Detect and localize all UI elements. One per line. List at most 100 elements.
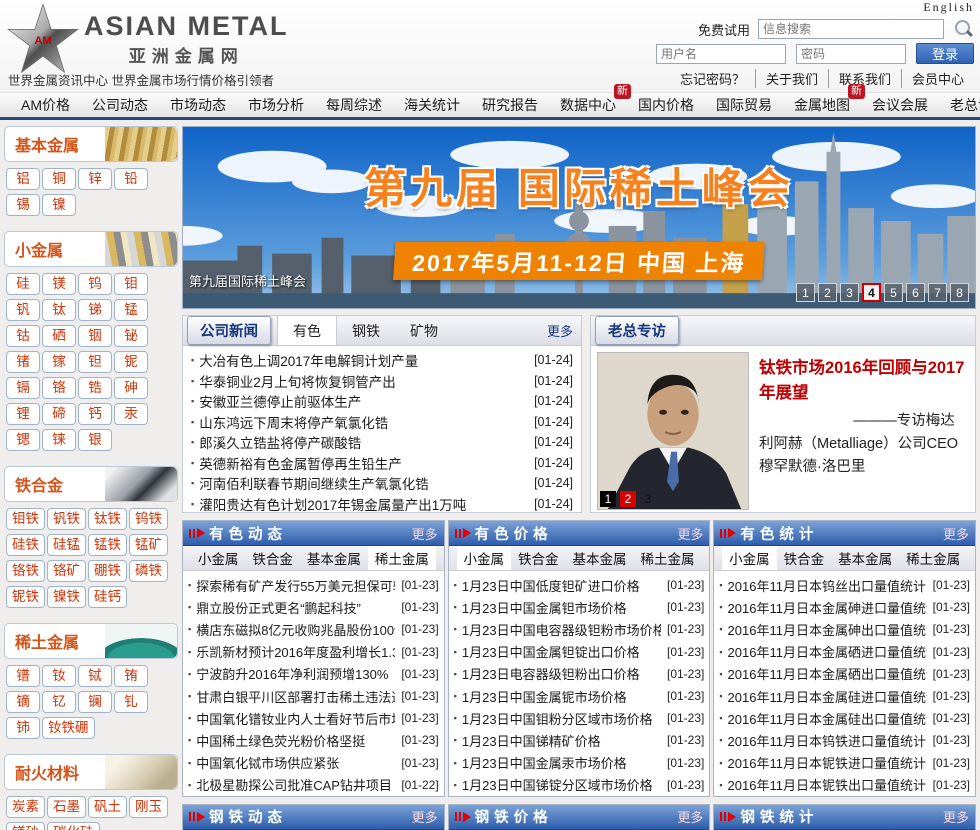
account-link[interactable]: 忘记密码？ (670, 69, 755, 88)
metal-chip[interactable]: 镨 (6, 665, 40, 687)
metal-chip[interactable]: 钆 (114, 691, 148, 713)
metal-chip[interactable]: 钙 (78, 403, 112, 425)
news-item[interactable]: ▪ 1月23日中国金属钽锭出口价格 [01-23] (454, 641, 705, 663)
banner-page-button[interactable]: 1 (796, 283, 815, 302)
news-item[interactable]: ▪ 2016年11月日本金属硅出口量值统计 [01-23] (719, 707, 970, 729)
news-item[interactable]: ▪ 大冶有色上调2017年电解铜计划产量 [01-24] (191, 350, 573, 371)
metal-chip[interactable]: 锌 (78, 168, 112, 190)
column-subtab[interactable]: 基本金属 (831, 546, 899, 570)
news-item[interactable]: ▪ 横店东磁拟8亿元收购兆晶股份100%股 [01-23] (188, 618, 439, 640)
metal-chip[interactable]: 铽 (78, 665, 112, 687)
news-item[interactable]: ▪ 1月23日中国钼粉分区域市场价格 [01-23] (454, 707, 705, 729)
password-field[interactable] (796, 43, 906, 64)
news-item[interactable]: ▪ 中国稀土绿色荧光粉价格坚挺 [01-23] (188, 729, 439, 751)
sidebar-section-header[interactable]: 耐火材料 (4, 754, 178, 790)
metal-chip[interactable]: 铌 (114, 351, 148, 373)
news-category-tab[interactable]: 钢铁 (337, 316, 395, 345)
interview-tab[interactable]: 老总专访 (595, 316, 679, 345)
site-logo[interactable]: AM ASIAN METAL 亚洲金属网 (6, 2, 289, 76)
login-button[interactable]: 登录 (916, 43, 974, 64)
metal-chip[interactable]: 镧 (78, 691, 112, 713)
metal-chip[interactable]: 锰 (114, 299, 148, 321)
metal-chip[interactable]: 碳化硅 (47, 822, 100, 830)
banner-page-button[interactable]: 2 (818, 283, 837, 302)
sidebar-section-header[interactable]: 稀土金属 (4, 623, 178, 659)
news-item[interactable]: ▪ 1月23日电容器级钽粉出口价格 [01-23] (454, 663, 705, 685)
news-item[interactable]: ▪ 2016年11月日本铌铁进口量值统计 [01-23] (719, 752, 970, 774)
metal-chip[interactable]: 镁 (42, 273, 76, 295)
news-item[interactable]: ▪ 中国氧化铽市场供应紧张 [01-23] (188, 752, 439, 774)
metal-chip[interactable]: 镓 (42, 351, 76, 373)
column-more-link[interactable]: 更多 (943, 807, 969, 826)
column-more-link[interactable]: 更多 (677, 807, 703, 826)
news-item[interactable]: ▪ 宁波韵升2016年净利润预增130% [01-23] (188, 663, 439, 685)
news-item[interactable]: ▪ 1月23日中国金属铌市场价格 [01-23] (454, 685, 705, 707)
column-subtab[interactable]: 稀土金属 (899, 546, 967, 570)
news-item[interactable]: ▪ 北极星勘探公司批准CAP钻井项目 [01-22] (188, 774, 439, 796)
column-more-link[interactable]: 更多 (943, 524, 969, 543)
column-subtab[interactable]: 小金属 (191, 546, 246, 570)
metal-chip[interactable]: 铋 (114, 325, 148, 347)
metal-chip[interactable]: 钼 (114, 273, 148, 295)
metal-chip[interactable]: 铟 (78, 325, 112, 347)
news-item[interactable]: ▪ 1月23日中国低度钽矿进口价格 [01-23] (454, 574, 705, 596)
metal-chip[interactable]: 锂 (6, 403, 40, 425)
metal-chip[interactable]: 钕 (42, 665, 76, 687)
banner-page-button[interactable]: 3 (840, 283, 859, 302)
metal-chip[interactable]: 铬铁 (6, 560, 45, 582)
search-input[interactable] (758, 19, 944, 39)
news-item[interactable]: ▪ 2016年11月日本金属硅进口量值统计 [01-23] (719, 685, 970, 707)
sidebar-section-header[interactable]: 基本金属 (4, 126, 178, 162)
column-subtab[interactable]: 小金属 (722, 546, 777, 570)
metal-chip[interactable]: 炭素 (6, 796, 45, 818)
news-item[interactable]: ▪ 英德新裕有色金属暂停再生铅生产 [01-24] (191, 453, 573, 474)
metal-chip[interactable]: 锡 (6, 194, 40, 216)
nav-item[interactable]: 数据中心 新 (549, 84, 631, 115)
news-item[interactable]: ▪ 山东鸿远下周末将停产氧氯化锆 [01-24] (191, 412, 573, 433)
news-item[interactable]: ▪ 鼎立股份正式更名“鹏起科技” [01-23] (188, 596, 439, 618)
column-subtab[interactable]: 基本金属 (566, 546, 634, 570)
news-item[interactable]: ▪ 1月23日中国电容器级钽粉市场价格 [01-23] (454, 618, 705, 640)
metal-chip[interactable]: 硅钙 (88, 586, 127, 608)
interview-photo[interactable]: 123 (597, 352, 749, 510)
search-icon[interactable] (952, 18, 974, 40)
metal-chip[interactable]: 锆 (78, 377, 112, 399)
news-item[interactable]: ▪ 1月23日中国锑锭分区域市场价格 [01-23] (454, 774, 705, 796)
column-subtab[interactable]: 小金属 (456, 546, 511, 570)
metal-chip[interactable]: 铬矿 (47, 560, 86, 582)
news-item[interactable]: ▪ 2016年11月日本钨丝出口量值统计 [01-23] (719, 574, 970, 596)
banner-page-button[interactable]: 7 (928, 283, 947, 302)
metal-chip[interactable]: 锑 (78, 299, 112, 321)
column-subtab[interactable]: 铁合金 (245, 546, 300, 570)
free-trial-link[interactable]: 免费试用 (698, 20, 750, 39)
english-link[interactable]: English (574, 0, 974, 15)
news-item[interactable]: ▪ 2016年11月日本金属硒进口量值统计 [01-23] (719, 641, 970, 663)
nav-item[interactable]: 会议会展 (861, 95, 939, 115)
metal-chip[interactable]: 钛 (42, 299, 76, 321)
metal-chip[interactable]: 铅 (114, 168, 148, 190)
column-subtab[interactable]: 基本金属 (300, 546, 368, 570)
column-subtab[interactable]: 稀土金属 (367, 546, 436, 570)
metal-chip[interactable]: 铕 (114, 665, 148, 687)
summit-banner[interactable]: 第九届 国际稀土峰会 2017年5月11-12日 中国 上海 第九届国际稀土峰会… (182, 126, 976, 309)
nav-item[interactable]: 国际贸易 (705, 95, 783, 115)
column-subtab[interactable]: 铁合金 (511, 546, 566, 570)
metal-chip[interactable]: 锰铁 (88, 534, 127, 556)
news-item[interactable]: ▪ 华泰铜业2月上旬将恢复铜管产出 [01-24] (191, 371, 573, 392)
news-item[interactable]: ▪ 2016年11月日本钨铁进口量值统计 [01-23] (719, 729, 970, 751)
metal-chip[interactable]: 镝 (6, 691, 40, 713)
news-item[interactable]: ▪ 2016年11月日本金属砷进口量值统计 [01-23] (719, 596, 970, 618)
nav-item[interactable]: 国内价格 (627, 95, 705, 115)
metal-chip[interactable]: 钒 (6, 299, 40, 321)
interview-page-button[interactable]: 1 (600, 491, 616, 507)
metal-chip[interactable]: 铝 (6, 168, 40, 190)
news-item[interactable]: ▪ 2016年11月日本金属硒出口量值统计 [01-23] (719, 663, 970, 685)
sidebar-section-header[interactable]: 小金属 (4, 231, 178, 267)
interview-page-button[interactable]: 2 (620, 491, 636, 507)
banner-page-button[interactable]: 4 (862, 283, 881, 302)
interview-headline[interactable]: 钛铁市场2016年回顾与2017年展望 (759, 356, 965, 406)
metal-chip[interactable]: 银 (78, 429, 112, 451)
metal-chip[interactable]: 铼 (42, 429, 76, 451)
column-more-link[interactable]: 更多 (677, 524, 703, 543)
metal-chip[interactable]: 汞 (114, 403, 148, 425)
